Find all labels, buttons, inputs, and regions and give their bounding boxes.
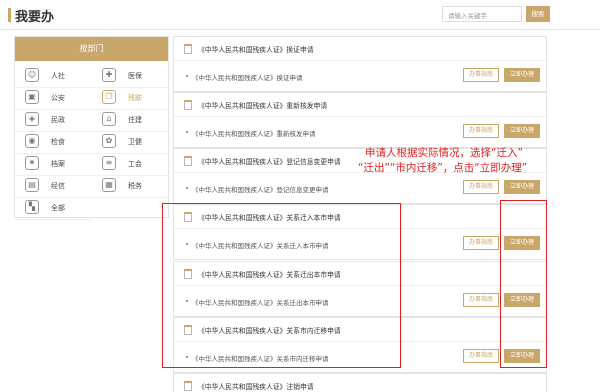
apply-button[interactable]: 立即办理 (504, 180, 540, 194)
dept-label: 经信 (51, 182, 65, 190)
guide-button[interactable]: 办事指南 (463, 180, 499, 194)
service-name[interactable]: 《中华人民共和国残疾人证》重新核发申请 (192, 128, 316, 138)
annotation-box-items (162, 203, 401, 368)
annotation-text-line1: 申请人根据实际情况，选择“迁入” (365, 147, 523, 159)
annotation-text-line2: “迁出”“市内迁移”，点击“立即办理” (358, 162, 528, 174)
card-title[interactable]: 《中华人民共和国残疾人证》重新核发申请 (198, 100, 327, 110)
service-card: 《中华人民共和国残疾人证》换证申请 《中华人民共和国残疾人证》换证申请 办事指南 立即… (173, 36, 547, 92)
dept-item-10[interactable]: ▤ 经信 (15, 174, 92, 198)
dept-label: 残联 (128, 94, 142, 102)
dept-item-7[interactable]: ✿ 卫健 (92, 130, 169, 154)
search-input[interactable]: 请输入关键字 (442, 6, 522, 22)
dept-label: 人社 (51, 72, 65, 80)
service-name[interactable]: 《中华人民共和国残疾人证》登记信息变更申请 (192, 184, 329, 194)
document-icon (184, 381, 192, 391)
dept-label: 工会 (128, 160, 142, 168)
dept-item-2[interactable]: ▣ 公安 (15, 86, 92, 110)
dept-item-0[interactable]: ☺ 人社 (15, 64, 92, 88)
page-title: 我要办 (15, 10, 55, 25)
dept-item-12[interactable]: ▚ 全部 (15, 196, 92, 220)
clipboard-icon: ▤ (25, 178, 39, 192)
health-icon: ✿ (102, 134, 116, 148)
tax-icon: ▦ (102, 178, 116, 192)
page-header: 我要办 请输入关键字 搜索 (0, 0, 600, 30)
title-accent-bar (8, 8, 11, 22)
grid-icon: ▚ (25, 200, 39, 214)
dept-label: 税务 (128, 182, 142, 190)
annotation-box-buttons (500, 200, 547, 368)
dept-item-1[interactable]: ✚ 医保 (92, 64, 169, 88)
check-icon: ◉ (25, 134, 39, 148)
service-row: 《中华人民共和国残疾人证》换证申请 办事指南 立即办理 (174, 61, 546, 91)
service-card: 《中华人民共和国残疾人证》注销申请 (173, 373, 547, 392)
guide-button[interactable]: 办事指南 (463, 68, 499, 82)
apply-button[interactable]: 立即办理 (504, 124, 540, 138)
card-title[interactable]: 《中华人民共和国残疾人证》登记信息变更申请 (198, 156, 341, 166)
guide-button[interactable]: 办事指南 (463, 236, 499, 250)
guide-button[interactable]: 办事指南 (463, 349, 499, 363)
dept-label: 档案 (51, 160, 65, 168)
guide-button[interactable]: 办事指南 (463, 124, 499, 138)
dept-item-6[interactable]: ◉ 检食 (15, 130, 92, 154)
service-card: 《中华人民共和国残疾人证》重新核发申请 《中华人民共和国残疾人证》重新核发申请 办事… (173, 92, 547, 148)
card-title[interactable]: 《中华人民共和国残疾人证》注销申请 (198, 381, 314, 391)
department-sidebar: 按部门 ☺ 人社 ✚ 医保 ▣ 公安 ❐ 残联 ◈ 民政 ⌂ 住建 ◉ 检食 ✿ 卫健 ✷ 档案 ≡ 工会 ▤ 经信 ▦ 税务… (14, 36, 169, 220)
dept-item-8[interactable]: ✷ 档案 (15, 152, 92, 176)
dept-item-4[interactable]: ◈ 民政 (15, 108, 92, 132)
dept-label: 检食 (51, 138, 65, 146)
bullet-dot (186, 75, 188, 77)
search-button[interactable]: 搜索 (526, 6, 550, 22)
dept-label: 公安 (51, 94, 65, 102)
dept-label: 卫健 (128, 138, 142, 146)
person-icon: ☺ (25, 68, 39, 82)
dept-label: 住建 (128, 116, 142, 124)
database-icon: ≡ (102, 156, 116, 170)
card-header: 《中华人民共和国残疾人证》注销申请 (174, 374, 546, 392)
service-row: 《中华人民共和国残疾人证》登记信息变更申请 办事指南 立即办理 (174, 173, 546, 203)
service-name[interactable]: 《中华人民共和国残疾人证》换证申请 (192, 72, 303, 82)
apply-button[interactable]: 立即办理 (504, 68, 540, 82)
dept-item-3[interactable]: ❐ 残联 (92, 86, 169, 110)
document-icon (184, 44, 192, 54)
gear-icon: ✷ (25, 156, 39, 170)
bullet-dot (186, 131, 188, 133)
document-icon (184, 156, 192, 166)
guide-button[interactable]: 办事指南 (463, 293, 499, 307)
dept-item-9[interactable]: ≡ 工会 (92, 152, 169, 176)
medical-icon: ✚ (102, 68, 116, 82)
book-icon: ❐ (102, 90, 116, 104)
service-row: 《中华人民共和国残疾人证》重新核发申请 办事指南 立即办理 (174, 117, 546, 147)
dept-item-11[interactable]: ▦ 税务 (92, 174, 169, 198)
dept-label: 民政 (51, 116, 65, 124)
bullet-dot (186, 187, 188, 189)
dept-label: 医保 (128, 72, 142, 80)
card-title[interactable]: 《中华人民共和国残疾人证》换证申请 (198, 44, 314, 54)
sidebar-heading: 按部门 (15, 37, 168, 61)
card-header: 《中华人民共和国残疾人证》换证申请 (174, 37, 546, 61)
card-header: 《中华人民共和国残疾人证》重新核发申请 (174, 93, 546, 117)
document-icon (184, 100, 192, 110)
dept-item-5[interactable]: ⌂ 住建 (92, 108, 169, 132)
shield-icon: ◈ (25, 112, 39, 126)
dept-label: 全部 (51, 204, 65, 212)
house-icon: ⌂ (102, 112, 116, 126)
id-card-icon: ▣ (25, 90, 39, 104)
